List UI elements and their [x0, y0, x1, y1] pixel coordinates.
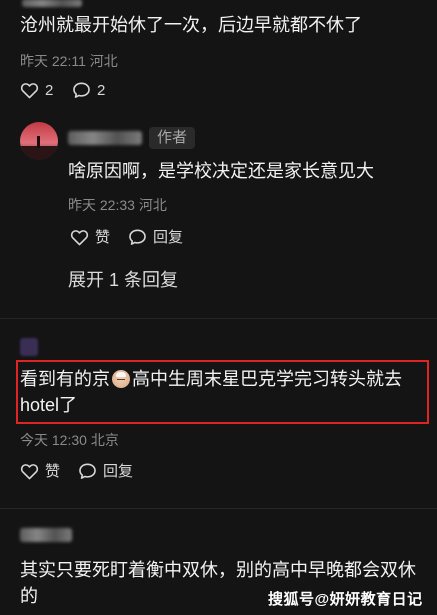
divider: [0, 318, 437, 319]
like-button[interactable]: 2: [20, 81, 53, 99]
blurred-username[interactable]: [20, 528, 72, 547]
comment-meta: 昨天 22:11 河北: [20, 53, 118, 69]
like-label: 赞: [95, 229, 111, 246]
expand-replies-link[interactable]: 展开 1 条回复: [68, 266, 178, 292]
divider: [0, 508, 437, 509]
heart-icon: [70, 228, 89, 246]
avatar[interactable]: [20, 122, 58, 160]
comment-bubble-icon: [78, 462, 97, 480]
like-button[interactable]: 赞: [20, 460, 60, 481]
reply-button[interactable]: 回复: [78, 460, 133, 481]
reply-meta: 昨天 22:33 河北: [68, 197, 167, 213]
reply-button[interactable]: 回复: [128, 226, 183, 247]
watermark: 搜狐号@妍妍教育日记: [268, 591, 423, 608]
like-button[interactable]: 赞: [70, 226, 110, 247]
reply-button[interactable]: 2: [72, 81, 105, 99]
comment-bubble-icon: [128, 228, 147, 246]
reply-label: 回复: [103, 463, 134, 480]
comment-meta: 今天 12:30 北京: [20, 432, 119, 448]
reply-label: 回复: [153, 229, 184, 246]
like-label: 赞: [45, 463, 61, 480]
comment-bubble-icon: [72, 81, 91, 99]
reply-text: 啥原因啊，是学校决定还是家长意见大: [68, 161, 374, 181]
blurred-username[interactable]: [68, 131, 142, 150]
reply-count: 2: [97, 81, 106, 99]
heart-icon: [20, 81, 39, 99]
comment-text: 看到有的京 高中生周末星巴克学完习转头就去hotel了: [20, 369, 402, 415]
comment-text: 沧州就最开始休了一次，后边早就都不休了: [20, 15, 362, 35]
author-badge: 作者: [149, 127, 196, 149]
heart-icon: [20, 462, 39, 480]
avatar[interactable]: [20, 338, 38, 356]
like-count: 2: [45, 81, 54, 99]
old-man-emoji-icon: [112, 370, 130, 388]
blurred-username-top: [22, 0, 82, 7]
